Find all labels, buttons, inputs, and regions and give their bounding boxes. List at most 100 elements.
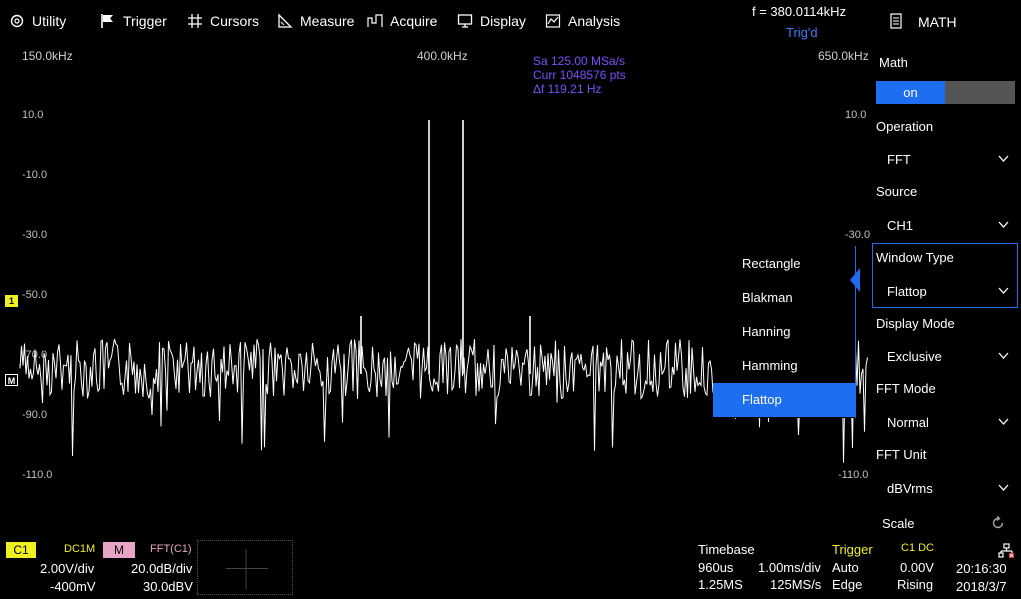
operation-label: Operation — [876, 119, 934, 134]
menu-display-label: Display — [480, 13, 526, 29]
db-tick-right: -110.0 — [838, 469, 869, 481]
math-level-marker[interactable]: M — [5, 374, 18, 386]
fft-unit-select[interactable]: dBVrms — [887, 481, 933, 496]
operation-select[interactable]: FFT — [887, 152, 911, 167]
scale-label[interactable]: Scale — [882, 516, 915, 531]
hash-icon — [188, 14, 202, 28]
chevron-down-icon — [998, 221, 1009, 228]
menu-trigger-label: Trigger — [123, 13, 167, 29]
gear-icon — [10, 14, 24, 28]
math-source: FFT(C1) — [150, 543, 192, 555]
timebase-label[interactable]: Timebase — [698, 542, 755, 557]
status-bar: C1 DC1M 2.00V/div -400mV M FFT(C1) 20.0d… — [0, 536, 1021, 599]
trigger-type: Edge — [832, 577, 863, 592]
crosshair-icon — [226, 549, 268, 589]
sample-rate: 125MS/s — [770, 577, 822, 592]
math-toggle-off — [945, 81, 1015, 104]
math-badge[interactable]: M — [103, 542, 135, 558]
db-tick: 10.0 — [22, 109, 44, 121]
memory-depth: 1.25MS — [698, 577, 743, 592]
trigger-slope: Rising — [897, 577, 934, 592]
option-hamming[interactable]: Hamming — [713, 349, 855, 383]
fft-unit-label: FFT Unit — [876, 447, 927, 462]
menu-trigger[interactable]: Trigger — [100, 13, 167, 29]
menu-utility-label: Utility — [32, 13, 67, 29]
trigger-source: C1 DC — [901, 542, 935, 554]
trigger-mode: Auto — [832, 560, 859, 575]
info-readout: Sa 125.00 MSa/s Curr 1048576 pts Δf 119.… — [533, 54, 626, 96]
frequency-readout: f = 380.0114kHz — [752, 4, 847, 19]
trigger-state: Trig'd — [786, 25, 818, 40]
clock-date: 2018/3/7 — [956, 579, 1007, 594]
curr-points-info: Curr 1048576 pts — [533, 68, 626, 82]
menu-cursors-label: Cursors — [210, 13, 260, 29]
db-tick: -90.0 — [22, 409, 48, 421]
analysis-icon — [545, 14, 561, 28]
freq-start-label: 150.0kHz — [22, 49, 73, 63]
chevron-down-icon — [998, 287, 1009, 294]
option-hanning[interactable]: Hanning — [713, 315, 855, 349]
math-panel: MATH Math on Operation FFT Source CH1 Wi… — [870, 0, 1021, 536]
menu-analysis-label: Analysis — [568, 13, 621, 29]
menu-utility[interactable]: Utility — [9, 13, 66, 29]
chevron-down-icon — [998, 155, 1009, 162]
freq-end-label: 650.0kHz — [818, 49, 869, 63]
top-menu-bar: Utility Trigger Cursors Measure Acquire … — [0, 0, 870, 44]
db-tick: -10.0 — [22, 169, 48, 181]
math-offset: 30.0dBV — [143, 579, 193, 594]
window-type-label: Window Type — [876, 250, 954, 265]
timebase-div: 1.00ms/div — [758, 560, 821, 575]
c1-offset: -400mV — [50, 579, 96, 594]
panel-title: MATH — [918, 14, 957, 30]
option-rectangle[interactable]: Rectangle — [713, 247, 855, 281]
c1-coupling: DC1M — [64, 543, 96, 555]
source-select[interactable]: CH1 — [887, 218, 913, 233]
freq-center-label: 400.0kHz — [417, 49, 468, 63]
menu-acquire[interactable]: Acquire — [367, 13, 437, 29]
channel-preview[interactable] — [197, 540, 293, 595]
menu-measure[interactable]: Measure — [277, 13, 354, 29]
flag-icon — [101, 14, 113, 28]
menu-acquire-label: Acquire — [390, 13, 438, 29]
chevron-down-icon — [998, 352, 1009, 359]
chevron-down-icon — [998, 418, 1009, 425]
math-toggle[interactable]: on — [876, 81, 1015, 104]
db-tick-right: -30.0 — [845, 229, 871, 241]
window-type-dropdown: Rectangle Blakman Hanning Hamming Flatto… — [713, 246, 855, 418]
trigger-level: 0.00V — [900, 560, 934, 575]
chevron-down-icon — [998, 484, 1009, 491]
ruler-icon — [278, 13, 293, 28]
refresh-icon[interactable] — [991, 516, 1005, 530]
network-icon[interactable] — [998, 543, 1015, 559]
display-mode-select[interactable]: Exclusive — [887, 349, 942, 364]
math-label: Math — [879, 55, 908, 70]
c1-volts-div: 2.00V/div — [40, 561, 95, 576]
delta-f-info: Δf 119.21 Hz — [533, 82, 602, 96]
menu-analysis[interactable]: Analysis — [545, 13, 620, 29]
menu-measure-label: Measure — [300, 13, 355, 29]
dropdown-edge — [855, 246, 856, 418]
db-tick: -110.0 — [22, 469, 53, 481]
db-tick: -50.0 — [22, 289, 48, 301]
menu-display[interactable]: Display — [457, 13, 526, 29]
db-tick: -30.0 — [22, 229, 48, 241]
math-db-div: 20.0dB/div — [131, 561, 193, 576]
option-flattop[interactable]: Flattop — [713, 383, 855, 417]
c1-badge[interactable]: C1 — [6, 542, 36, 558]
document-icon — [890, 13, 902, 29]
trigger-label[interactable]: Trigger — [832, 542, 873, 557]
window-type-select[interactable]: Flattop — [887, 284, 927, 299]
source-label: Source — [876, 184, 918, 199]
db-tick-right: 10.0 — [845, 109, 867, 121]
math-toggle-on: on — [876, 81, 945, 104]
clock-time: 20:16:30 — [956, 561, 1007, 576]
timebase-delay: 960us — [698, 560, 734, 575]
sample-rate-info: Sa 125.00 MSa/s — [533, 54, 626, 68]
acquire-icon — [367, 14, 383, 27]
fft-mode-select[interactable]: Normal — [887, 415, 929, 430]
ch1-level-marker[interactable]: 1 — [5, 295, 18, 307]
display-mode-label: Display Mode — [876, 316, 955, 331]
fft-mode-label: FFT Mode — [876, 381, 936, 396]
option-blakman[interactable]: Blakman — [713, 281, 855, 315]
menu-cursors[interactable]: Cursors — [187, 13, 259, 29]
